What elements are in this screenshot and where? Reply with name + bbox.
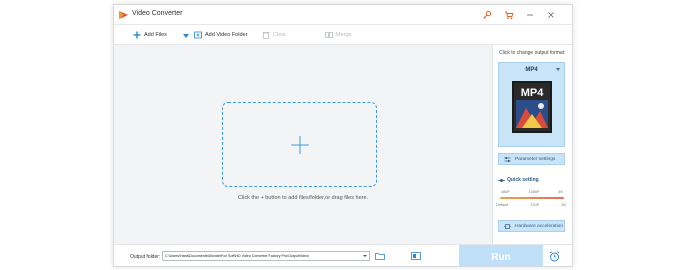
chevron-down-icon [363,255,367,257]
alarm-clock-icon[interactable] [549,251,560,262]
output-format-hint: Click to change output format: [499,50,566,56]
mp4-format-icon: MP4 [512,81,552,133]
app-title: Video Converter [132,10,183,17]
output-format-name: MP4 [525,67,538,73]
output-folder-path: C:\Users\Hans\Documents\WonderFox Soft\H… [165,254,310,258]
parameter-settings-button[interactable]: Parameter settings [498,153,565,165]
add-video-folder-label: Add Video Folder [205,32,248,38]
merge-label: Merge [336,32,352,38]
plus-icon [133,31,141,39]
output-folder-path-select[interactable]: C:\Users\Hans\Documents\WonderFox Soft\H… [162,251,370,261]
toolbar: Add Files Add Video Folder Clear Merge [114,25,572,45]
clear-label: Clear [273,32,287,38]
app-logo-icon [119,11,128,19]
merge-button[interactable]: Merge [325,29,352,41]
app-window: Video Converter Add Files Add Video Fold… [113,4,573,267]
batch-convert-icon[interactable] [411,251,421,261]
chevron-down-icon [556,68,560,71]
add-files-label: Add Files [144,32,167,38]
sliders-icon [504,156,511,162]
output-format-selector[interactable]: MP4 MP4 [498,62,565,147]
chip-icon [504,223,511,229]
hardware-acceleration-button[interactable]: Hardware acceleration [498,220,565,232]
merge-icon [325,32,333,38]
mp4-badge-text: MP4 [521,87,545,99]
add-files-dropdown-icon[interactable] [183,34,189,38]
folder-plus-icon [194,31,202,39]
trash-icon [262,32,270,39]
add-files-button[interactable]: Add Files [133,29,167,41]
cart-icon[interactable] [504,10,514,20]
slider-label: Default [496,203,509,207]
slider-label: 2K [561,203,566,207]
bottom-bar: Output folder: C:\Users\Hans\Documents\W… [114,244,572,266]
title-bar: Video Converter [114,5,572,25]
run-button[interactable]: Run [459,245,543,266]
key-icon[interactable] [482,10,492,20]
clear-button[interactable]: Clear [262,29,286,41]
output-settings-panel: Click to change output format: MP4 MP4 P [492,45,572,244]
drop-hint-text: Click the + button to add files/folder,o… [237,195,369,201]
add-video-folder-button[interactable]: Add Video Folder [194,29,247,41]
quick-setting-label: Quick setting [498,177,539,183]
slider-label: 720P [530,203,540,207]
hardware-acceleration-label: Hardware acceleration [515,223,563,229]
output-folder-label: Output folder: [130,254,161,260]
slider-label: 4K [558,190,563,194]
file-list-area[interactable]: Click the + button to add files/folder,o… [114,45,492,244]
quick-setting-icon [498,178,505,182]
parameter-settings-label: Parameter settings [515,156,556,162]
quality-slider[interactable] [500,197,564,199]
slider-label: 480P [501,190,510,194]
minimize-icon[interactable] [525,10,535,20]
add-files-drop-zone[interactable] [222,102,377,187]
quality-slider-bottom-labels: Default 720P 2K [496,203,566,207]
quick-setting-text: Quick setting [507,177,539,183]
close-icon[interactable] [546,10,556,20]
plus-icon [291,136,309,154]
open-folder-icon[interactable] [375,251,385,261]
slider-label: 1080P [528,190,540,194]
quality-slider-top-labels: 480P 1080P 4K [501,190,563,194]
